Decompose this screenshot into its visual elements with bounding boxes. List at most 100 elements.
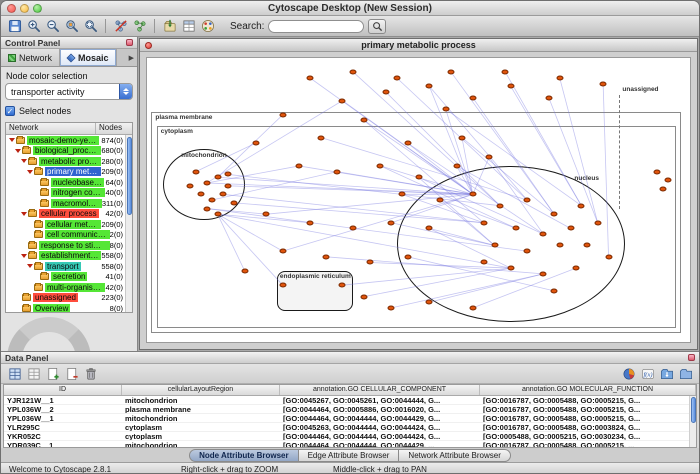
tree-row-primary-metabo[interactable]: primary metabo…209(0): [6, 167, 125, 178]
graph-node[interactable]: [306, 75, 313, 80]
tab-mosaic[interactable]: Mosaic: [60, 49, 117, 66]
tree-row-mosaic-demo-yeast[interactable]: mosaic-demo-yeast874(0): [6, 135, 125, 146]
table-row[interactable]: YKR052Ccytoplasm[GO:0044464, GO:0044444,…: [4, 432, 696, 441]
attribute-chart-icon[interactable]: [620, 365, 637, 382]
zoom-in-icon[interactable]: [25, 18, 42, 35]
tree-row-overview[interactable]: Overview8(0): [6, 303, 125, 312]
graph-node[interactable]: [192, 169, 199, 174]
tree-scrollbar[interactable]: [125, 135, 132, 312]
tree-expander-icon[interactable]: [14, 149, 22, 153]
graph-node[interactable]: [600, 81, 607, 86]
graph-node[interactable]: [263, 212, 270, 217]
graph-node[interactable]: [404, 254, 411, 259]
create-attribute-icon[interactable]: [44, 365, 61, 382]
tab-edge-attribute-browser[interactable]: Edge Attribute Browser: [299, 449, 400, 462]
table-row[interactable]: YPL036W__1mitochondrion[GO:0044464, GO:0…: [4, 414, 696, 423]
graph-node[interactable]: [279, 112, 286, 117]
hide-selected-icon[interactable]: [112, 18, 129, 35]
graph-node[interactable]: [605, 254, 612, 259]
graph-node[interactable]: [448, 70, 455, 75]
graph-node[interactable]: [214, 212, 221, 217]
delete-attribute-icon[interactable]: [63, 365, 80, 382]
graph-node[interactable]: [469, 95, 476, 100]
color-attribute-select[interactable]: transporter activity: [5, 83, 133, 100]
float-data-panel-button[interactable]: [688, 354, 695, 361]
table-row[interactable]: YDR039C__1mitochondrion[GO:0044464, GO:0…: [4, 441, 696, 448]
graph-node[interactable]: [377, 163, 384, 168]
graph-node[interactable]: [334, 169, 341, 174]
graph-node[interactable]: [339, 283, 346, 288]
graph-node[interactable]: [241, 269, 248, 274]
graph-node[interactable]: [187, 183, 194, 188]
open-attribute-file-icon[interactable]: [677, 365, 694, 382]
network-window-titlebar[interactable]: primary metabolic process: [140, 39, 697, 52]
graph-node[interactable]: [524, 249, 531, 254]
graph-node[interactable]: [415, 175, 422, 180]
minimize-window-button[interactable]: [20, 4, 29, 13]
graph-node[interactable]: [306, 220, 313, 225]
graph-node[interactable]: [540, 232, 547, 237]
create-network-from-selection-icon[interactable]: [131, 18, 148, 35]
table-scrollbar[interactable]: [689, 396, 696, 447]
zoom-selected-region-icon[interactable]: [63, 18, 80, 35]
graph-node[interactable]: [437, 198, 444, 203]
graph-node[interactable]: [399, 192, 406, 197]
vizmapper-icon[interactable]: [199, 18, 216, 35]
column-header[interactable]: cellularLayoutRegion: [122, 385, 280, 395]
import-attribute-file-icon[interactable]: [658, 365, 675, 382]
tree-expander-icon[interactable]: [20, 254, 28, 258]
graph-node[interactable]: [491, 243, 498, 248]
tree-row-metabolic-process[interactable]: metabolic process280(0): [6, 156, 125, 167]
graph-node[interactable]: [469, 305, 476, 310]
graph-node[interactable]: [486, 155, 493, 160]
graph-node[interactable]: [551, 288, 558, 293]
graph-node[interactable]: [540, 271, 547, 276]
tree-row-transport[interactable]: transport558(0): [6, 261, 125, 272]
graph-node[interactable]: [350, 226, 357, 231]
tree-column-nodes[interactable]: Nodes: [96, 123, 132, 134]
search-options-button[interactable]: [368, 19, 386, 34]
tree-row-nitrogen-compo[interactable]: nitrogen compo…40(0): [6, 188, 125, 199]
table-scrollbar-thumb[interactable]: [691, 397, 696, 423]
zoom-fit-content-icon[interactable]: [82, 18, 99, 35]
tree-row-multi-organism-pr[interactable]: multi-organism pr…42(0): [6, 282, 125, 293]
tree-expander-icon[interactable]: [20, 159, 28, 163]
tree-expander-icon[interactable]: [20, 212, 28, 216]
graph-node[interactable]: [442, 107, 449, 112]
graph-node[interactable]: [578, 203, 585, 208]
table-row[interactable]: YPL036W__2plasma membrane[GO:0044464, GO…: [4, 405, 696, 414]
float-control-panel-button[interactable]: [126, 39, 133, 46]
unselect-all-attributes-icon[interactable]: [25, 365, 42, 382]
graph-node[interactable]: [556, 243, 563, 248]
graph-node[interactable]: [469, 192, 476, 197]
graph-node[interactable]: [404, 141, 411, 146]
graph-node[interactable]: [366, 260, 373, 265]
graph-node[interactable]: [296, 163, 303, 168]
graph-node[interactable]: [361, 118, 368, 123]
graph-node[interactable]: [209, 198, 216, 203]
frame-close-icon[interactable]: [145, 42, 152, 49]
trash-icon[interactable]: [82, 365, 99, 382]
graph-node[interactable]: [198, 192, 205, 197]
save-session-icon[interactable]: [6, 18, 23, 35]
graph-node[interactable]: [524, 198, 531, 203]
graph-node[interactable]: [279, 249, 286, 254]
graph-node[interactable]: [453, 163, 460, 168]
graph-node[interactable]: [496, 203, 503, 208]
graph-node[interactable]: [572, 266, 579, 271]
select-all-attributes-icon[interactable]: [6, 365, 23, 382]
graph-node[interactable]: [393, 75, 400, 80]
graph-node[interactable]: [458, 135, 465, 140]
tree-row-response-to-stimu[interactable]: response to stimu…8(0): [6, 240, 125, 251]
zoom-window-button[interactable]: [33, 4, 42, 13]
graph-node[interactable]: [220, 192, 227, 197]
graph-node[interactable]: [426, 300, 433, 305]
graph-node[interactable]: [214, 175, 221, 180]
tree-column-network[interactable]: Network: [6, 123, 96, 134]
tree-row-nucleobase[interactable]: nucleobase…64(0): [6, 177, 125, 188]
tree-expander-icon[interactable]: [26, 170, 34, 174]
tree-scrollbar-thumb[interactable]: [127, 137, 132, 215]
tab-node-attribute-browser[interactable]: Node Attribute Browser: [189, 449, 299, 462]
graph-node[interactable]: [507, 266, 514, 271]
tree-row-secretion[interactable]: secretion41(0): [6, 272, 125, 283]
